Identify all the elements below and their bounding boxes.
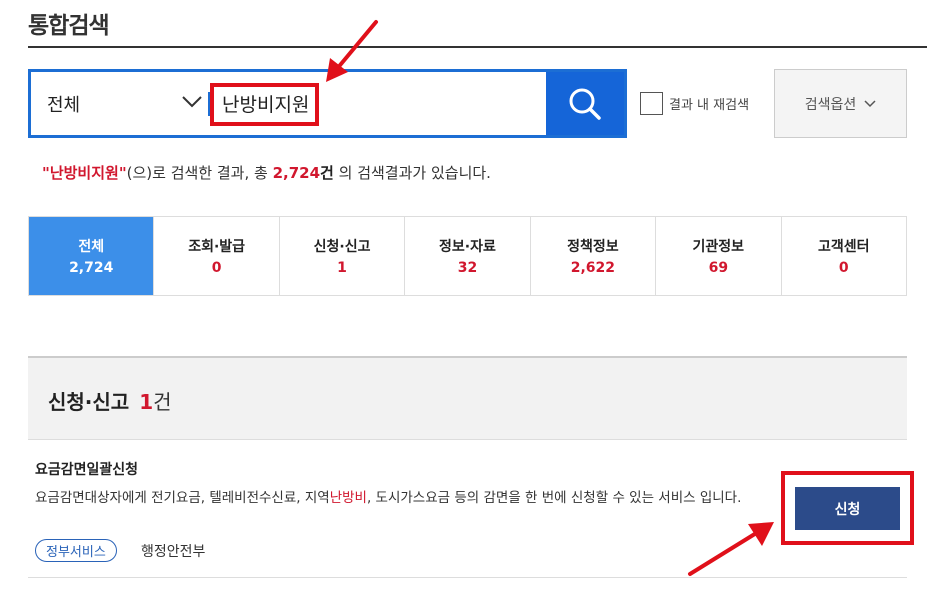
summary-unit: 건 — [320, 164, 334, 182]
tab-apply-report[interactable]: 신청·신고 1 — [278, 217, 404, 295]
search-icon — [569, 88, 601, 120]
search-options-label: 검색옵션 — [804, 96, 857, 113]
result-in-search-label: 결과 내 재검색 — [669, 98, 750, 113]
result-in-search-checkbox[interactable]: 결과 내 재검색 — [640, 92, 749, 115]
tab-count: 2,724 — [69, 260, 114, 276]
summary-count: 2,724 — [272, 164, 321, 182]
tab-label: 고객센터 — [817, 239, 870, 255]
result-item-description: 요금감면대상자에게 전기요금, 텔레비전수신료, 지역난방비, 도시가스요금 등… — [35, 487, 770, 510]
desc-keyword: 난방비 — [329, 490, 367, 506]
search-scope-select[interactable]: 전체 — [31, 72, 203, 135]
title-divider — [28, 46, 927, 48]
tab-count: 2,622 — [570, 260, 616, 276]
service-type-tag[interactable]: 정부서비스 — [35, 539, 117, 562]
tab-count: 32 — [457, 260, 478, 276]
section-count: 1 — [139, 390, 154, 414]
highlight-box-search-term — [210, 83, 319, 126]
page-title: 통합검색 — [28, 13, 110, 39]
ministry-label: 행정안전부 — [141, 544, 206, 560]
search-button[interactable] — [546, 72, 624, 135]
tab-info-data[interactable]: 정보·자료 32 — [404, 217, 529, 295]
search-summary: "난방비지원"(으)로 검색한 결과, 총 2,724건 의 검색결과가 있습니… — [42, 162, 491, 183]
tab-count: 0 — [838, 260, 849, 276]
summary-text-end: 의 검색결과가 있습니다. — [333, 164, 491, 182]
result-item-title[interactable]: 요금감면일괄신청 — [35, 459, 138, 479]
chevron-down-icon — [864, 99, 876, 107]
section-unit: 건 — [153, 390, 172, 414]
section-title: 신청·신고 1건 — [48, 386, 172, 415]
annotation-arrow-icon — [688, 522, 774, 576]
tab-label: 정책정보 — [567, 239, 619, 255]
tab-label: 정보·자료 — [439, 239, 496, 255]
chevron-down-icon — [182, 96, 202, 108]
desc-text-end: , 도시가스요금 등의 감면을 한 번에 신청할 수 있는 서비스 입니다. — [366, 490, 742, 506]
category-tabs: 전체 2,724 조회·발급 0 신청·신고 1 정보·자료 32 정책정보 2… — [28, 216, 907, 296]
tab-count: 0 — [211, 260, 222, 276]
summary-keyword: "난방비지원" — [42, 164, 127, 182]
tab-label: 전체 — [78, 239, 105, 255]
tab-agency-info[interactable]: 기관정보 69 — [655, 217, 780, 295]
section-header: 신청·신고 1건 — [28, 356, 907, 440]
apply-button[interactable]: 신청 — [795, 487, 900, 530]
tab-all[interactable]: 전체 2,724 — [29, 217, 154, 295]
tab-policy-info[interactable]: 정책정보 2,622 — [529, 217, 655, 295]
tab-lookup-issue[interactable]: 조회·발급 0 — [153, 217, 278, 295]
tab-count: 1 — [337, 260, 347, 276]
tab-label: 조회·발급 — [188, 239, 246, 255]
annotation-arrow-icon — [326, 20, 378, 82]
checkbox[interactable] — [640, 92, 663, 115]
desc-text: 요금감면대상자에게 전기요금, 텔레비전수신료, 지역 — [35, 490, 330, 506]
section-title-label: 신청·신고 — [48, 390, 130, 414]
tab-label: 기관정보 — [692, 239, 745, 255]
tab-label: 신청·신고 — [313, 239, 371, 255]
tab-count: 69 — [708, 260, 729, 276]
search-scope-value: 전체 — [47, 94, 81, 116]
tab-customer-center[interactable]: 고객센터 0 — [780, 217, 906, 295]
summary-text: (으)로 검색한 결과, 총 — [126, 164, 273, 182]
search-options-button[interactable]: 검색옵션 — [774, 69, 907, 138]
